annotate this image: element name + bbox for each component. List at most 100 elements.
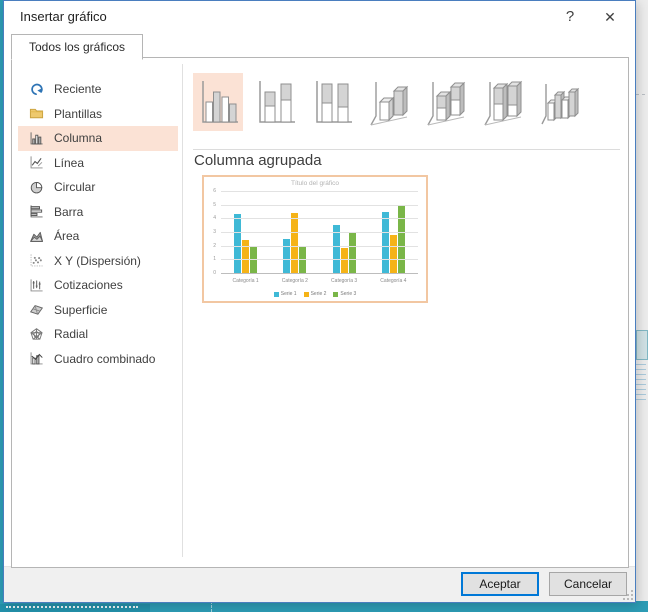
sidebar-item-label: Área (54, 229, 80, 244)
gallery-tile-100-stacked-column[interactable] (307, 73, 357, 131)
mini-chart-gridline (221, 273, 418, 274)
mini-chart-ytick: 1 (213, 256, 216, 263)
mini-chart-bar (234, 214, 242, 273)
mini-chart-bar (381, 211, 389, 273)
mini-chart-legend-item: Serie 1 (273, 291, 297, 297)
legend-swatch (333, 291, 339, 297)
sidebar-item-cuadro-combinado[interactable]: Cuadro combinado (18, 347, 178, 372)
gallery-tile-3d-clustered-column[interactable] (364, 73, 414, 131)
mini-chart-plot (221, 191, 418, 274)
sidebar-item-label: Cuadro combinado (54, 351, 156, 366)
bar-chart-icon (28, 204, 44, 220)
surface-chart-icon (28, 302, 44, 318)
sidebar-item-label: Circular (54, 180, 96, 195)
stacked-column-3d-icon (427, 81, 466, 126)
mini-chart-ytick: 6 (213, 188, 216, 194)
accept-button[interactable]: Aceptar (461, 572, 539, 596)
gallery-tile-stacked-column[interactable] (250, 73, 300, 131)
sidebar-item-superficie[interactable]: Superficie (18, 298, 178, 323)
gallery-tile-clustered-column[interactable] (193, 73, 243, 131)
column-3d-icon (541, 84, 580, 125)
sidebar-item-label: Columna (54, 131, 103, 146)
mini-chart-gridline (221, 245, 418, 247)
sidebar-item-reciente[interactable]: Reciente (18, 77, 178, 102)
placeholder-dotted-border (6, 606, 138, 608)
mini-chart-ytick: 2 (213, 242, 216, 249)
sidebar-item-xy-dispersion[interactable]: X Y (Dispersión) (18, 249, 178, 274)
mini-chart-category-label: Categoría 2 (281, 278, 308, 284)
mini-chart-ytick: 4 (213, 215, 216, 222)
tab-all-charts[interactable]: Todos los gráficos (11, 34, 143, 60)
chart-type-sidebar: Reciente Plantillas Columna Línea Circul… (12, 58, 180, 567)
sidebar-divider (182, 64, 183, 557)
gallery-divider (193, 149, 620, 150)
folder-icon (28, 106, 44, 122)
recent-icon (28, 81, 44, 97)
mini-chart-gridline (221, 191, 418, 192)
subtype-heading: Columna agrupada (194, 152, 322, 169)
mini-chart-legend-item: Serie 3 (333, 291, 356, 297)
legend-label: Serie 2 (310, 291, 327, 297)
mini-chart-ytick: 0 (213, 270, 216, 276)
sidebar-item-label: Línea (54, 155, 85, 170)
mini-chart-title: Título del gráfico (290, 180, 340, 187)
mini-chart-bar (340, 248, 348, 273)
pie-chart-icon (28, 179, 44, 195)
mini-chart-ytick: 5 (213, 201, 216, 208)
stacked-column-icon (259, 81, 295, 123)
slide-background-right-strip (634, 0, 648, 612)
sidebar-item-label: Radial (54, 327, 89, 342)
mini-chart-gridline (221, 218, 418, 220)
mini-chart-bar (389, 234, 397, 273)
mini-chart-bar (397, 204, 405, 273)
clustered-column-icon (202, 81, 238, 123)
sidebar-item-label: Barra (54, 204, 84, 219)
dialog-title: Insertar gráfico (20, 9, 107, 24)
mini-chart-gridline (221, 259, 418, 261)
sidebar-item-label: Reciente (54, 82, 102, 97)
sidebar-item-label: Cotizaciones (54, 278, 123, 293)
dialog-footer: Aceptar Cancelar (4, 566, 635, 602)
area-chart-icon (28, 228, 44, 244)
background-dash (636, 94, 645, 95)
chart-preview-card[interactable]: Título del gráfico 6 5 4 3 2 1 0 Categoría 1 Ca… (202, 175, 428, 303)
mini-chart-ytick: 3 (213, 229, 216, 235)
sidebar-item-columna[interactable]: Columna (18, 126, 178, 151)
legend-swatch (273, 291, 279, 297)
mini-chart-gridline (221, 232, 418, 233)
sidebar-item-label: Plantillas (54, 106, 103, 121)
sidebar-item-radial[interactable]: Radial (18, 322, 178, 347)
gallery-tile-3d-stacked-column[interactable] (421, 73, 471, 131)
mini-chart-legend-item: Serie 2 (303, 291, 327, 297)
dialog-titlebar[interactable]: Insertar gráfico ? ✕ (4, 1, 635, 33)
sidebar-item-plantillas[interactable]: Plantillas (18, 102, 178, 127)
sidebar-item-label: Superficie (54, 302, 108, 317)
insert-chart-dialog: Insertar gráfico ? ✕ Todos los gráficos … (3, 0, 636, 603)
scatter-chart-icon (28, 253, 44, 269)
chart-subtype-gallery (193, 73, 585, 131)
sidebar-item-circular[interactable]: Circular (18, 175, 178, 200)
legend-label: Serie 3 (340, 291, 357, 297)
resize-grip[interactable] (623, 590, 633, 600)
background-picture-placeholder (636, 330, 648, 360)
sidebar-item-linea[interactable]: Línea (18, 151, 178, 176)
mini-chart-categories: Categoría 1 Categoría 2 Categoría 3 Categor… (221, 278, 418, 284)
tab-page: Reciente Plantillas Columna Línea Circul… (11, 57, 629, 568)
sidebar-item-cotizaciones[interactable]: Cotizaciones (18, 273, 178, 298)
legend-label: Serie 1 (280, 291, 297, 297)
mini-chart-legend: Serie 1 Serie 2 Serie 3 (204, 291, 426, 297)
help-icon[interactable]: ? (553, 1, 587, 33)
sidebar-item-barra[interactable]: Barra (18, 200, 178, 225)
sidebar-item-label: X Y (Dispersión) (54, 253, 141, 268)
close-icon[interactable]: ✕ (593, 1, 627, 33)
gallery-tile-3d-100-stacked-column[interactable] (478, 73, 528, 131)
cancel-button[interactable]: Cancelar (549, 572, 627, 596)
mini-chart-category-label: Categoría 1 (232, 278, 259, 284)
mini-chart-category-label: Categoría 3 (331, 278, 358, 284)
line-chart-icon (28, 155, 44, 171)
sidebar-item-area[interactable]: Área (18, 224, 178, 249)
gallery-tile-3d-column[interactable] (535, 73, 585, 131)
background-text-lines (636, 364, 646, 404)
mini-chart-gridline (221, 204, 418, 206)
mini-chart: Título del gráfico 6 5 4 3 2 1 0 Categoría 1 Ca… (204, 177, 426, 301)
